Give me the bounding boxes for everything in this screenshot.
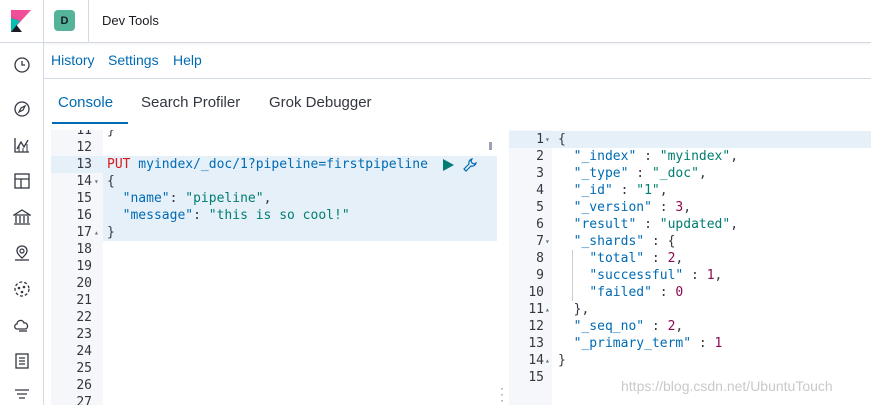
logs-icon[interactable] [12,351,32,371]
infra-icon[interactable] [12,315,32,335]
output-line: 4 "_id" : "1", [536,183,668,198]
fold-toggle-icon[interactable]: ▾ [545,131,550,148]
output-line: 7 ▾ "_shards" : { [536,233,676,250]
output-line: 3 "_type" : "_doc", [536,166,707,181]
devtools-tabs: Console Search Profiler Grok Debugger [44,80,871,124]
watermark: https://blog.csdn.net/UbuntuTouch [621,378,833,394]
output-line: 1 ▾{ [509,131,871,148]
editor-line[interactable]: 15 "name": "pipeline", [51,190,497,207]
fold-toggle-icon[interactable]: ▴ [94,224,99,241]
space-avatar[interactable]: D [54,10,75,31]
fold-toggle-icon[interactable]: ▾ [94,173,99,190]
output-line: 10 "failed" : 0 [528,285,684,300]
fold-toggle-icon[interactable]: ▴ [545,352,550,369]
settings-link[interactable]: Settings [108,52,159,68]
output-line: 11 ▴ }, [528,301,590,318]
top-header: D Dev Tools [0,0,871,43]
editor-line[interactable]: 14 ▾ { [51,173,497,190]
output-line: 5 "_version" : 3, [536,200,692,215]
canvas-icon[interactable] [12,207,32,227]
tab-grok-debugger[interactable]: Grok Debugger [269,94,372,111]
output-line: 6 "result" : "updated", [536,217,739,232]
pane-divider[interactable] [497,130,509,405]
tab-console[interactable]: Console [58,94,113,111]
fold-toggle-icon[interactable]: ▾ [545,233,550,250]
visualize-icon[interactable] [12,135,32,155]
active-tab-indicator [52,122,128,124]
history-link[interactable]: History [51,52,95,68]
compass-icon[interactable] [12,99,32,119]
output-line: 8 "total" : 2, [536,251,684,266]
space-selector[interactable]: D [44,0,89,43]
wrench-icon[interactable] [462,157,478,173]
editor-line[interactable]: 11 } [51,130,497,139]
help-link[interactable]: Help [173,52,202,68]
editor-line[interactable]: 24 [51,343,497,360]
maps-icon[interactable] [12,243,32,263]
editor-line[interactable]: 17 ▴ } [51,224,497,241]
editor-scrollbar[interactable] [489,142,492,150]
logo-cell[interactable] [0,0,44,43]
side-nav [0,43,44,405]
editor-line[interactable]: 16 "message": "this is so cool!" [51,207,497,224]
editor-line[interactable]: 18 [51,241,497,258]
editor-line[interactable]: 19 [51,258,497,275]
editor-line[interactable]: 21 [51,292,497,309]
output-line: 13 "_primary_term" : 1 [528,336,723,351]
play-icon[interactable] [441,158,455,172]
editor-line[interactable]: 22 [51,309,497,326]
request-editor[interactable]: 11 } 12 13 PUT myindex/_doc/1?pipeline=f… [51,130,497,405]
clock-icon[interactable] [12,55,32,75]
kibana-logo-icon[interactable] [11,10,31,32]
editor-line[interactable]: 26 [51,377,497,394]
editor-line-request[interactable]: 13 PUT myindex/_doc/1?pipeline=firstpipe… [51,156,497,173]
ml-icon[interactable] [12,279,32,299]
resize-handle-icon[interactable]: · · · [500,382,504,405]
tab-search-profiler[interactable]: Search Profiler [141,94,240,111]
editor-line[interactable]: 23 [51,326,497,343]
fold-toggle-icon[interactable]: ▴ [545,301,550,318]
top-links: History Settings Help [44,43,871,79]
apm-icon[interactable] [12,385,32,405]
editor-line[interactable]: 25 [51,360,497,377]
output-line: 14 ▴} [528,352,566,369]
page-title: Dev Tools [102,13,159,28]
http-method: PUT [107,157,131,172]
response-output[interactable]: 1 ▾{ 2 "_index" : "myindex", 3 "_type" : … [509,130,871,405]
output-line: 2 "_index" : "myindex", [536,149,739,164]
editor-line[interactable]: 20 [51,275,497,292]
editor-line[interactable]: 12 [51,139,497,156]
output-line: 12 "_seq_no" : 2, [528,319,684,334]
request-path: myindex/_doc/1?pipeline=firstpipeline [130,157,428,172]
indent-guide [572,250,573,301]
output-line: 9 "successful" : 1, [536,268,723,283]
dashboard-icon[interactable] [12,171,32,191]
editor-line[interactable]: 27 [51,394,497,405]
